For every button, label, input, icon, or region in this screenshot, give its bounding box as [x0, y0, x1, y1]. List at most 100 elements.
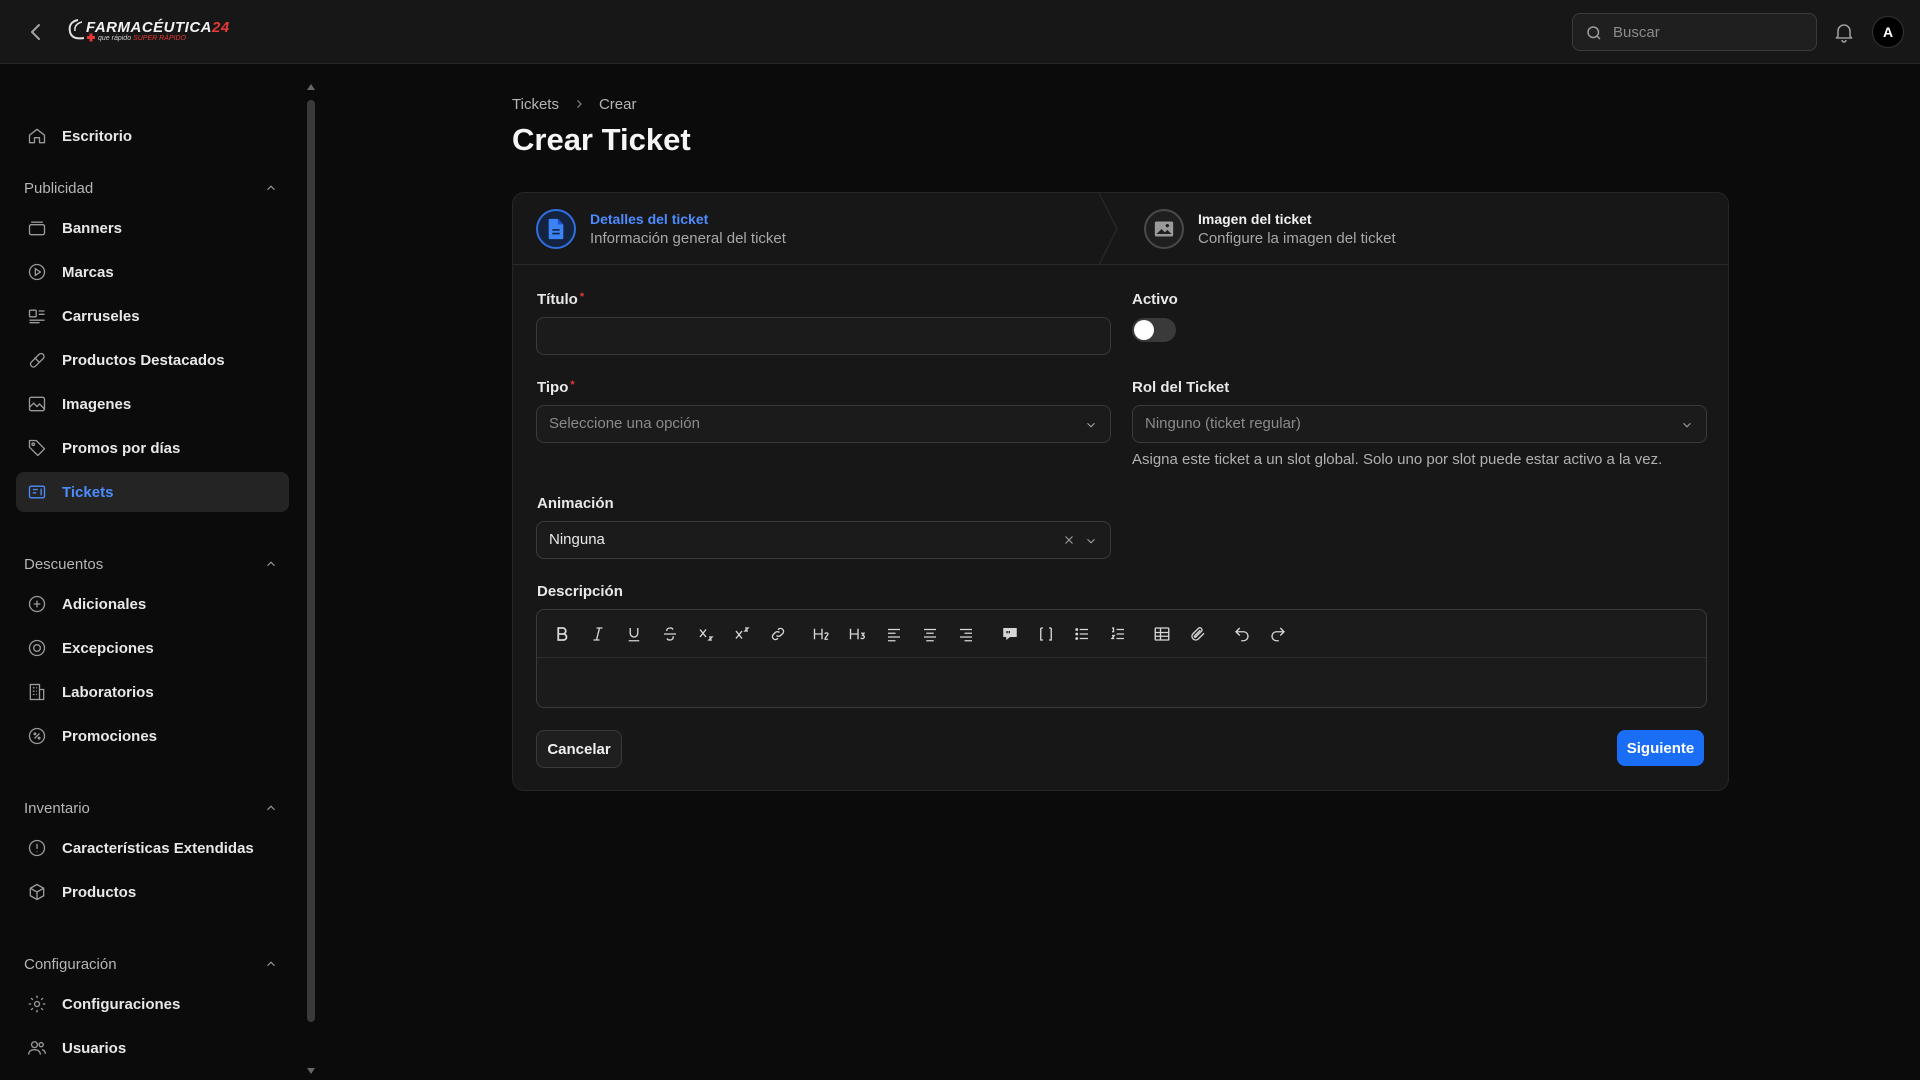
sidebar-item-productos[interactable]: Productos — [16, 872, 289, 912]
step-title: Detalles del ticket — [590, 211, 709, 227]
bell-icon[interactable] — [1832, 20, 1856, 44]
scroll-up-arrow[interactable] — [307, 84, 315, 90]
breadcrumb: Tickets Crear — [512, 96, 636, 113]
group-label: Descuentos — [24, 555, 104, 573]
sidebar-item-adicionales[interactable]: Adicionales — [16, 584, 289, 624]
sidebar-item-label: Excepciones — [62, 639, 154, 657]
editor-toolbar — [537, 610, 1706, 658]
group-label: Inventario — [24, 799, 90, 817]
redo-icon[interactable] — [1265, 621, 1291, 647]
heading-3-icon[interactable] — [845, 621, 871, 647]
bullet-list-icon[interactable] — [1069, 621, 1095, 647]
breadcrumb-current: Crear — [598, 96, 637, 113]
logo-text: FARMACÉUTICA24 — [86, 19, 230, 36]
titulo-label: Título * — [537, 291, 585, 308]
wizard-steps: Detalles del ticket Información general … — [513, 193, 1728, 265]
heading-2-icon[interactable] — [809, 621, 835, 647]
sidebar-item-escritorio[interactable]: Escritorio — [16, 116, 289, 156]
animacion-label: Animación — [537, 495, 614, 512]
back-arrow-icon[interactable] — [24, 20, 48, 44]
sidebar-item-excepciones[interactable]: Excepciones — [16, 628, 289, 668]
rol-label: Rol del Ticket — [1132, 379, 1230, 396]
sidebar-item-promociones[interactable]: Promociones — [16, 716, 289, 756]
rol-select[interactable]: Ninguno (ticket regular) — [1132, 405, 1707, 443]
home-icon — [26, 125, 48, 147]
table-icon[interactable] — [1149, 621, 1175, 647]
cancel-button[interactable]: Cancelar — [536, 730, 622, 768]
sidebar-item-configuraciones[interactable]: Configuraciones — [16, 984, 289, 1024]
attachment-icon[interactable] — [1185, 621, 1211, 647]
descripcion-editor[interactable] — [536, 609, 1707, 708]
subscript-icon[interactable] — [693, 621, 719, 647]
chevron-down-icon — [1087, 422, 1095, 428]
brand-logo[interactable]: FARMACÉUTICA24 que rápido SUPER RÁPIDO — [64, 16, 229, 46]
sidebar-scrollbar[interactable] — [307, 84, 315, 1074]
sidebar-item-productos-destacados[interactable]: Productos Destacados — [16, 340, 289, 380]
sidebar-item-usuarios[interactable]: Usuarios — [16, 1028, 289, 1068]
sidebar-item-imagenes[interactable]: Imagenes — [16, 384, 289, 424]
search-box[interactable] — [1572, 13, 1817, 51]
titulo-field[interactable] — [536, 317, 1111, 355]
italic-icon[interactable] — [585, 621, 611, 647]
code-block-icon[interactable] — [1033, 621, 1059, 647]
tipo-label: Tipo * — [537, 379, 575, 396]
sidebar-item-marcas[interactable]: Marcas — [16, 252, 289, 292]
scrollbar-thumb[interactable] — [307, 100, 315, 1022]
tag-icon — [26, 437, 48, 459]
titulo-input[interactable] — [537, 318, 1110, 354]
sidebar-item-label: Escritorio — [62, 127, 133, 145]
sidebar-item-promos-por-dias[interactable]: Promos por días — [16, 428, 289, 468]
descripcion-label: Descripción — [537, 583, 623, 600]
pill-icon — [26, 349, 48, 371]
building-icon — [26, 681, 48, 703]
group-publicidad[interactable]: Publicidad — [24, 176, 278, 200]
group-configuracion[interactable]: Configuración — [24, 952, 278, 976]
animacion-select[interactable]: Ninguna — [536, 521, 1111, 559]
link-icon[interactable] — [765, 621, 791, 647]
sidebar-item-label: Productos Destacados — [62, 351, 225, 369]
ordered-list-icon[interactable] — [1105, 621, 1131, 647]
sidebar-item-tickets[interactable]: Tickets — [16, 472, 289, 512]
gear-icon — [26, 993, 48, 1015]
align-left-icon[interactable] — [881, 621, 907, 647]
next-button[interactable]: Siguiente — [1617, 730, 1704, 766]
step-title: Imagen del ticket — [1198, 211, 1312, 227]
chevron-up-icon — [267, 185, 275, 191]
undo-icon[interactable] — [1229, 621, 1255, 647]
group-inventario[interactable]: Inventario — [24, 796, 278, 820]
align-right-icon[interactable] — [953, 621, 979, 647]
sidebar-item-caracteristicas-extendidas[interactable]: Características Extendidas — [16, 828, 289, 868]
bold-icon[interactable] — [549, 621, 575, 647]
sidebar-item-carruseles[interactable]: Carruseles — [16, 296, 289, 336]
user-avatar[interactable]: A — [1872, 16, 1904, 48]
step-detalles[interactable]: Detalles del ticket Información general … — [536, 193, 786, 265]
group-descuentos[interactable]: Descuentos — [24, 552, 278, 576]
rol-help-text: Asigna este ticket a un slot global. Sol… — [1132, 451, 1663, 468]
target-icon — [26, 637, 48, 659]
step-imagen[interactable]: Imagen del ticket Configure la imagen de… — [1144, 193, 1396, 265]
search-input[interactable] — [1613, 14, 1808, 50]
sidebar-item-label: Carruseles — [62, 307, 140, 325]
chevron-down-icon — [1087, 538, 1095, 544]
sidebar-item-label: Banners — [62, 219, 123, 237]
search-icon — [1587, 26, 1601, 40]
underline-icon[interactable] — [621, 621, 647, 647]
blockquote-icon[interactable] — [997, 621, 1023, 647]
sidebar-item-label: Configuraciones — [62, 995, 181, 1013]
sidebar-item-label: Marcas — [62, 263, 114, 281]
align-center-icon[interactable] — [917, 621, 943, 647]
activo-toggle[interactable] — [1132, 318, 1176, 342]
scroll-down-arrow[interactable] — [307, 1068, 315, 1074]
clear-icon[interactable] — [1062, 533, 1076, 547]
breadcrumb-parent-link[interactable]: Tickets — [512, 96, 559, 113]
chevron-up-icon — [267, 961, 275, 967]
sidebar-item-laboratorios[interactable]: Laboratorios — [16, 672, 289, 712]
step-divider — [1098, 193, 1118, 265]
plus-circle-icon — [26, 593, 48, 615]
chevron-up-icon — [267, 805, 275, 811]
sidebar-item-banners[interactable]: Banners — [16, 208, 289, 248]
tipo-select[interactable]: Seleccione una opción — [536, 405, 1111, 443]
document-icon — [536, 209, 576, 249]
strikethrough-icon[interactable] — [657, 621, 683, 647]
superscript-icon[interactable] — [729, 621, 755, 647]
